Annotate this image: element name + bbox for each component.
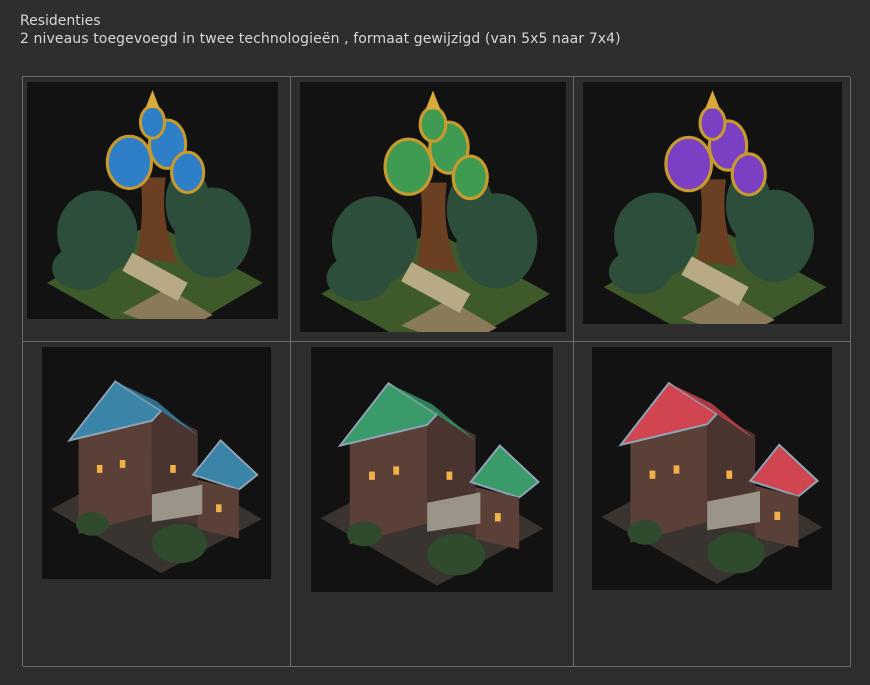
gallery-image-manor-green[interactable] <box>311 347 553 592</box>
gallery-image-tree-blue[interactable] <box>27 82 278 319</box>
gallery-cell <box>291 342 574 667</box>
image-gallery-grid <box>22 76 851 667</box>
gallery-image-manor-blue[interactable] <box>42 347 271 579</box>
gallery-image-tree-purple[interactable] <box>583 82 842 324</box>
gallery-image-tree-green[interactable] <box>300 82 566 332</box>
gallery-cell <box>23 342 291 667</box>
page-subtitle: 2 niveaus toegevoegd in twee technologie… <box>20 31 621 47</box>
page-header: Residenties 2 niveaus toegevoegd in twee… <box>20 12 621 48</box>
gallery-cell <box>574 342 851 667</box>
gallery-cell <box>574 77 851 342</box>
gallery-image-manor-red[interactable] <box>592 347 832 590</box>
gallery-cell <box>23 77 291 342</box>
gallery-cell <box>291 77 574 342</box>
page-title: Residenties <box>20 13 101 29</box>
